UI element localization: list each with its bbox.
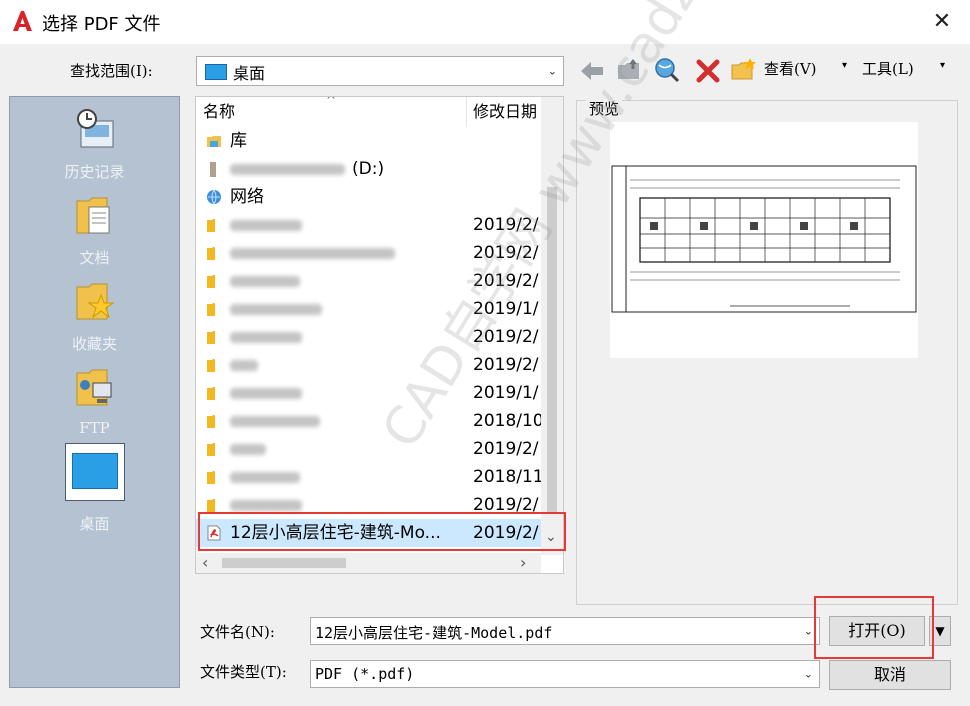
folder-date: 2019/1/ bbox=[473, 383, 539, 403]
folder-icon bbox=[207, 443, 215, 456]
documents-folder-icon bbox=[76, 197, 109, 234]
library-icon bbox=[207, 136, 221, 147]
folder-icon bbox=[207, 303, 215, 316]
places-sidebar: 历史记录 文档 收藏夹 FTP 桌面 bbox=[9, 96, 180, 688]
filename-input[interactable]: 12层小高层住宅-建筑-Model.pdf ⌄ bbox=[310, 617, 820, 645]
filetype-label: 文件类型(T): bbox=[200, 663, 287, 681]
tools-menu[interactable]: 工具(L) bbox=[862, 58, 914, 79]
horizontal-scroll-thumb[interactable] bbox=[222, 558, 346, 568]
place-desktop-label: 桌面 bbox=[79, 515, 110, 533]
place-favorites[interactable]: 收藏夹 bbox=[10, 279, 179, 354]
folder-icon bbox=[207, 359, 215, 372]
file-list[interactable]: 名称 ^ 修改日期 库 (D:) 网络 2019/2/ 2019/2/ 2019… bbox=[195, 96, 564, 574]
folder-icon bbox=[207, 247, 215, 260]
view-menu[interactable]: 查看(V) bbox=[764, 58, 817, 79]
list-item-folder[interactable]: 2019/1/ bbox=[196, 379, 541, 407]
autocad-logo-icon bbox=[13, 11, 32, 31]
place-documents[interactable]: 文档 bbox=[10, 193, 179, 268]
blurred-text bbox=[230, 472, 300, 483]
blurred-text bbox=[230, 360, 258, 371]
network-icon bbox=[207, 189, 221, 205]
folder-icon bbox=[207, 275, 215, 288]
horizontal-scrollbar[interactable]: ‹ › bbox=[196, 553, 541, 573]
column-header-date[interactable]: 修改日期 bbox=[473, 97, 537, 127]
blurred-text bbox=[230, 220, 302, 231]
highlight-box-selected-file bbox=[198, 512, 566, 551]
favorites-folder-icon bbox=[76, 283, 115, 320]
list-item-label: 库 bbox=[230, 131, 247, 151]
blurred-text bbox=[230, 500, 302, 511]
folder-date: 2019/2/ bbox=[473, 439, 539, 459]
list-item-label: (D:) bbox=[352, 159, 385, 179]
chevron-down-icon[interactable]: ⌄ bbox=[804, 625, 813, 638]
blurred-text bbox=[230, 444, 266, 455]
cancel-button[interactable]: 取消 bbox=[829, 660, 951, 690]
list-item-library[interactable]: 库 bbox=[196, 127, 541, 155]
blurred-text bbox=[230, 332, 302, 343]
view-dropdown-icon[interactable]: ▾ bbox=[842, 60, 847, 71]
place-ftp[interactable]: FTP bbox=[10, 365, 179, 437]
filename-label: 文件名(N): bbox=[200, 623, 275, 641]
filename-value: 12层小高层住宅-建筑-Model.pdf bbox=[315, 624, 553, 642]
place-desktop[interactable]: 桌面 bbox=[10, 443, 179, 534]
blurred-text bbox=[230, 304, 322, 315]
new-folder-icon[interactable] bbox=[730, 56, 758, 84]
lookin-value: 桌面 bbox=[233, 64, 266, 83]
desktop-place-icon bbox=[64, 443, 125, 501]
place-documents-label: 文档 bbox=[79, 249, 110, 267]
list-item-folder[interactable]: 2019/2/ bbox=[196, 435, 541, 463]
lookin-label: 查找范围(I): bbox=[70, 62, 153, 80]
drawing-thumbnail bbox=[611, 165, 917, 313]
window-title: 选择 PDF 文件 bbox=[42, 14, 161, 35]
ftp-icon bbox=[76, 369, 111, 406]
folder-icon bbox=[207, 331, 215, 344]
desktop-icon bbox=[205, 64, 227, 80]
folder-icon bbox=[207, 219, 215, 232]
sort-ascending-icon: ^ bbox=[326, 96, 337, 107]
column-divider bbox=[466, 97, 467, 127]
folder-date: 2018/11 bbox=[473, 467, 544, 487]
folder-date: 2018/10 bbox=[473, 411, 544, 431]
scroll-left-icon[interactable]: ‹ bbox=[202, 553, 208, 572]
lookin-combo[interactable]: 桌面 ⌄ bbox=[196, 56, 564, 86]
blurred-text bbox=[230, 388, 302, 399]
list-item-label: 网络 bbox=[230, 187, 264, 207]
place-history[interactable]: 历史记录 bbox=[10, 107, 179, 182]
preview-image bbox=[610, 122, 918, 358]
blurred-text bbox=[230, 416, 320, 427]
delete-icon[interactable] bbox=[694, 57, 722, 85]
folder-icon bbox=[207, 387, 215, 400]
chevron-down-icon: ⌄ bbox=[547, 64, 557, 78]
close-button[interactable]: ✕ bbox=[926, 6, 958, 38]
drive-icon bbox=[210, 162, 216, 177]
blurred-text bbox=[230, 248, 395, 259]
list-item-network[interactable]: 网络 bbox=[196, 183, 541, 211]
list-item-folder[interactable]: 2018/11 bbox=[196, 463, 544, 491]
blurred-text bbox=[230, 276, 300, 287]
folder-icon bbox=[207, 471, 215, 484]
column-header-name[interactable]: 名称 bbox=[203, 97, 235, 127]
place-ftp-label: FTP bbox=[79, 419, 110, 437]
folder-icon bbox=[207, 415, 215, 428]
folder-icon bbox=[207, 499, 215, 512]
list-item-drive[interactable]: (D:) bbox=[196, 155, 541, 183]
place-history-label: 历史记录 bbox=[64, 163, 125, 181]
filetype-value: PDF (*.pdf) bbox=[315, 665, 415, 683]
filetype-select[interactable]: PDF (*.pdf) ⌄ bbox=[310, 660, 820, 688]
blurred-text bbox=[230, 164, 345, 175]
chevron-down-icon[interactable]: ⌄ bbox=[804, 668, 813, 681]
list-item-folder[interactable]: 2019/2/ bbox=[196, 351, 541, 379]
place-favorites-label: 收藏夹 bbox=[71, 335, 117, 353]
history-icon bbox=[76, 109, 113, 148]
tools-dropdown-icon[interactable]: ▾ bbox=[940, 60, 945, 71]
highlight-box-open-button bbox=[814, 596, 934, 659]
scroll-right-icon[interactable]: › bbox=[520, 553, 526, 572]
